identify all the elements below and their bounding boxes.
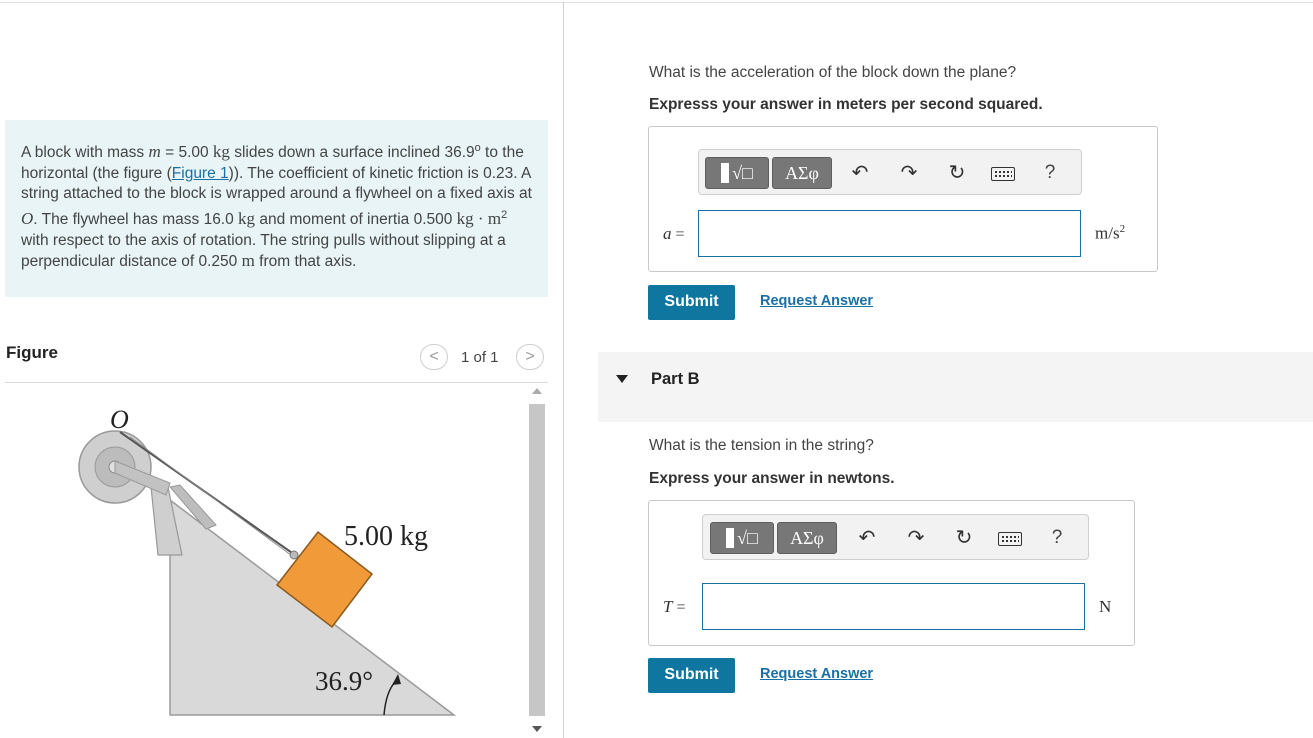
undo-icon[interactable]: ↶ <box>856 527 878 549</box>
string-hook <box>289 550 299 560</box>
figure-link[interactable]: Figure 1 <box>172 165 229 182</box>
figure-title: Figure <box>6 343 58 362</box>
reset-icon[interactable]: ↻ <box>946 162 968 184</box>
incline-flywheel-figure: O 5.00 kg 36.9° <box>78 405 457 716</box>
problem-statement: A block with mass m = 5.00 kg slides dow… <box>5 120 548 297</box>
help-icon[interactable]: ? <box>1046 527 1068 549</box>
equals-sign: = <box>671 226 685 243</box>
cursor-block-icon <box>726 528 735 548</box>
help-icon[interactable]: ? <box>1039 162 1061 184</box>
problem-text: from that axis. <box>254 253 357 271</box>
part-b-variable-label: T = <box>663 597 686 617</box>
part-a-question: What is the acceleration of the block do… <box>649 64 1017 81</box>
part-a-toolbar: √□ ΑΣφ ↶ ↷ ↻ ? <box>698 149 1082 195</box>
part-b-instruction: Express your answer in newtons. <box>649 470 895 487</box>
part-a-answer-box: √□ ΑΣφ ↶ ↷ ↻ ? a = m/s2 <box>648 126 1158 272</box>
keyboard-icon[interactable] <box>991 167 1015 181</box>
part-b-unit: N <box>1099 597 1112 616</box>
symbols-button[interactable]: ΑΣφ <box>772 157 832 189</box>
variable-a: a <box>663 224 672 243</box>
column-divider <box>563 2 564 738</box>
reset-icon[interactable]: ↻ <box>953 527 975 549</box>
top-divider <box>0 2 1313 3</box>
label-angle: 36.9° <box>315 666 373 696</box>
part-a-answer-input[interactable] <box>698 210 1081 257</box>
templates-label: √□ <box>737 528 758 548</box>
scroll-thumb[interactable] <box>529 404 545 716</box>
part-b-question: What is the tension in the string? <box>649 437 874 454</box>
symbols-button[interactable]: ΑΣφ <box>777 522 837 554</box>
redo-icon[interactable]: ↷ <box>905 527 927 549</box>
problem-text: A block with mass <box>21 144 149 162</box>
mass-variable: m <box>148 142 161 162</box>
figure-prev-button[interactable]: < <box>420 344 448 370</box>
part-b-title: Part B <box>651 370 700 388</box>
unit-exponent: 2 <box>1119 223 1126 235</box>
label-mass: 5.00 kg <box>344 521 428 552</box>
keyboard-icon[interactable] <box>998 532 1022 546</box>
part-a-submit-button[interactable]: Submit <box>648 285 735 320</box>
unit-kg: kg <box>238 209 256 229</box>
part-a-variable-label: a = <box>663 224 685 244</box>
label-o: O <box>110 405 129 434</box>
figure-next-button[interactable]: > <box>516 344 544 370</box>
templates-button[interactable]: √□ <box>705 157 769 189</box>
part-b-toolbar: √□ ΑΣφ ↶ ↷ ↻ ? <box>702 514 1089 560</box>
caret-down-icon[interactable] <box>616 375 628 383</box>
cursor-block-icon <box>721 163 730 183</box>
axis-variable: O <box>21 209 34 229</box>
part-b-submit-button[interactable]: Submit <box>648 658 735 693</box>
figure-divider <box>5 382 548 383</box>
problem-text: and moment of inertia 0.500 <box>255 211 457 229</box>
exponent: 2 <box>501 208 508 221</box>
equals-sign: = <box>672 599 686 616</box>
templates-button[interactable]: √□ <box>710 522 774 554</box>
part-a-instruction: Expresss your answer in meters per secon… <box>649 96 1043 113</box>
unit-text: m/s <box>1095 223 1120 243</box>
scroll-up-arrow[interactable] <box>532 388 542 394</box>
part-b-answer-box: √□ ΑΣφ ↶ ↷ ↻ ? T = N <box>648 500 1135 646</box>
scroll-down-arrow[interactable] <box>532 726 542 732</box>
figure-counter: 1 of 1 <box>461 349 499 366</box>
problem-text: slides down a surface inclined 36.9 <box>229 144 475 162</box>
problem-text: . The flywheel has mass 16.0 <box>33 211 239 229</box>
part-b-header[interactable]: Part B <box>598 352 1313 422</box>
unit-kg: kg <box>212 142 230 162</box>
unit-m: m <box>241 251 255 271</box>
part-a-unit: m/s2 <box>1095 223 1125 244</box>
part-b-answer-input[interactable] <box>702 583 1085 630</box>
figure-scrollbar[interactable] <box>528 386 546 738</box>
redo-icon[interactable]: ↷ <box>898 162 920 184</box>
undo-icon[interactable]: ↶ <box>849 162 871 184</box>
templates-label: √□ <box>732 163 753 183</box>
problem-text: = 5.00 <box>160 144 213 162</box>
unit-kg-m: kg · m <box>456 209 502 229</box>
part-a-request-answer-link[interactable]: Request Answer <box>760 293 873 309</box>
part-b-request-answer-link[interactable]: Request Answer <box>760 666 873 682</box>
